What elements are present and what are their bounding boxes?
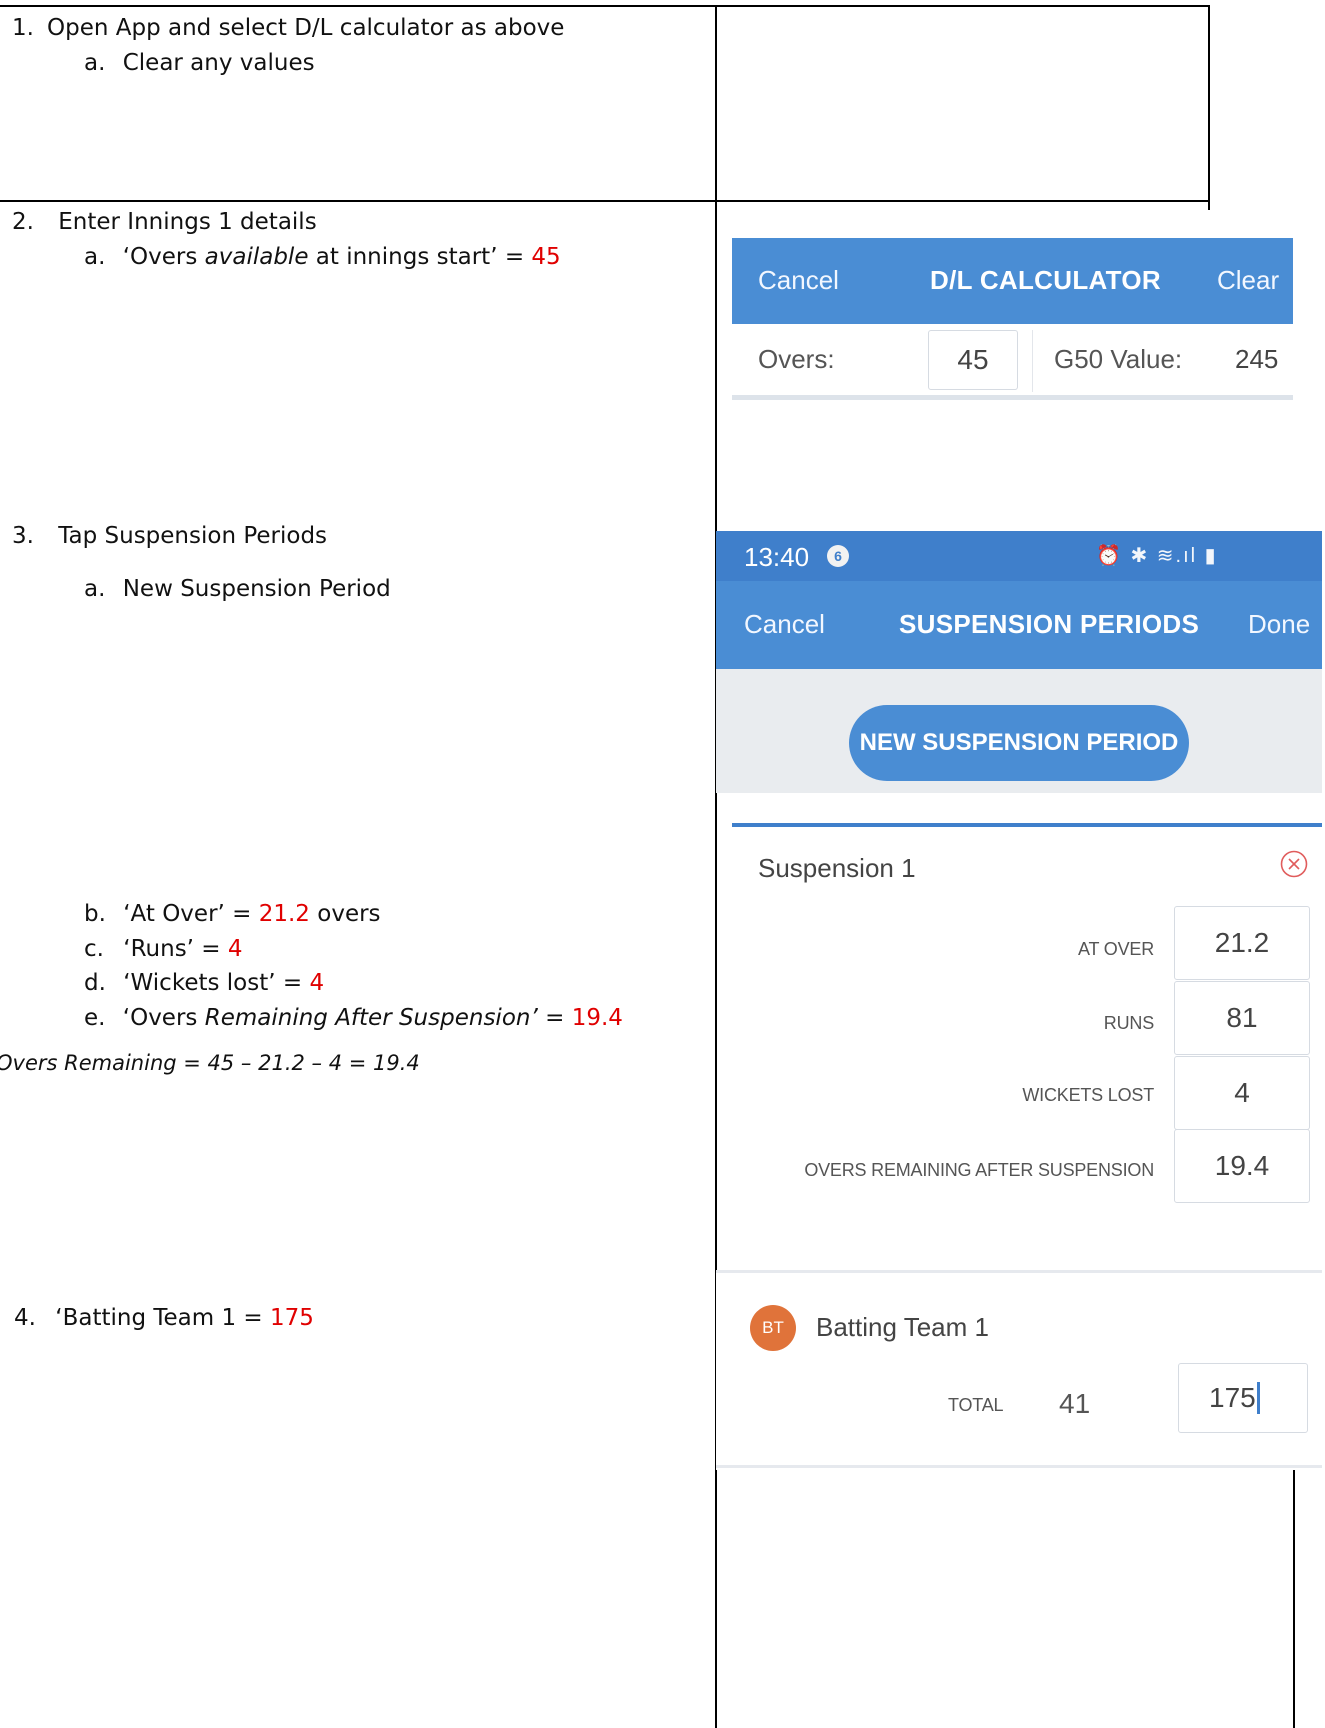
notification-badge: 6: [827, 545, 849, 567]
at-over-label: AT OVER: [1078, 939, 1154, 959]
step-1a: a. Clear any values: [84, 49, 315, 77]
avatar: BT: [750, 1305, 796, 1351]
batting-team-screenshot: BT Batting Team 1 TOTAL 41 175: [716, 1270, 1322, 1470]
step-3e-value: 19.4: [571, 1005, 623, 1031]
step-3a-letter: a.: [84, 576, 106, 602]
at-over-input[interactable]: 21.2: [1174, 906, 1310, 980]
step-3a: a. New Suspension Period: [84, 575, 391, 603]
step-1-number: 1.: [12, 15, 34, 41]
step-2a-value: 45: [531, 244, 561, 270]
step-1: 1. Open App and select D/L calculator as…: [12, 14, 564, 42]
step-3d: d. ‘Wickets lost’ = 4: [84, 969, 324, 997]
step-1-text: Open App and select D/L calculator as ab…: [47, 15, 565, 41]
suspension-title: SUSPENSION PERIODS: [899, 609, 1200, 639]
runs-label: RUNS: [1103, 1013, 1154, 1033]
wickets-lost-input[interactable]: 4: [1174, 1056, 1310, 1130]
runs-input[interactable]: 81: [1174, 981, 1310, 1055]
step-3c-pre: ‘Runs’ =: [123, 936, 228, 962]
g50-label: G50 Value:: [1054, 344, 1183, 374]
batting-team-name: Batting Team 1: [816, 1312, 989, 1342]
batting-card-top-border: [716, 1270, 1322, 1273]
formula-note: Overs Remaining = 45 – 21.2 – 4 = 19.4: [0, 1051, 420, 1075]
step-2a-ital: available: [204, 244, 309, 270]
total-label: TOTAL: [948, 1395, 1004, 1415]
step-1a-text: Clear any values: [122, 50, 315, 76]
step-2a-pre: ‘Overs: [122, 244, 205, 270]
step-3a-text: New Suspension Period: [122, 576, 391, 602]
total-value: 41: [1059, 1388, 1091, 1419]
step-3e-pre: ‘Overs: [122, 1005, 205, 1031]
table-border-top: [0, 5, 1210, 7]
close-icon[interactable]: [1280, 850, 1308, 878]
overs-remaining-label: OVERS REMAINING AFTER SUSPENSION: [804, 1160, 1154, 1180]
batting-total-input[interactable]: 175: [1178, 1363, 1308, 1433]
step-2a: a. ‘Overs available at innings start’ = …: [84, 243, 561, 271]
step-3e-letter: e.: [84, 1005, 106, 1031]
suspension-cancel-button[interactable]: Cancel: [744, 609, 825, 640]
step-3c-letter: c.: [84, 936, 104, 962]
text-cursor: [1256, 1382, 1260, 1414]
status-time: 13:40: [744, 542, 810, 572]
step-4: 4. ‘Batting Team 1 = 175: [14, 1304, 314, 1332]
step-3b-value: 21.2: [258, 901, 310, 927]
step-3e: e. ‘Overs Remaining After Suspension’ = …: [84, 1004, 623, 1032]
table-border-right: [1208, 5, 1210, 210]
step-3: 3. Tap Suspension Periods: [12, 522, 327, 550]
step-4-pre: ‘Batting Team 1 =: [55, 1305, 270, 1331]
dl-title: D/L CALCULATOR: [930, 265, 1161, 295]
table-row-divider: [0, 200, 1210, 202]
suspension-periods-screenshot: 13:40 6 ⏰ ✱ ≋.ıl ▮ Cancel SUSPENSION PER…: [716, 531, 1322, 793]
table-border-right-lower: [1293, 1460, 1295, 1728]
suspension-done-button[interactable]: Done: [1248, 609, 1310, 640]
step-2a-post: at innings start’ =: [308, 244, 532, 270]
suspension-card-screenshot: Suspension 1 AT OVER 21.2 RUNS 81 WICKET…: [732, 823, 1322, 1268]
card-top-border: [732, 823, 1322, 827]
step-2-number: 2.: [12, 209, 34, 235]
step-3e-ital: Remaining After Suspension’: [204, 1005, 538, 1031]
step-3b: b. ‘At Over’ = 21.2 overs: [84, 900, 381, 928]
step-3b-post: overs: [309, 901, 381, 927]
overs-input[interactable]: 45: [928, 330, 1018, 390]
step-3d-pre: ‘Wickets lost’ =: [123, 970, 310, 996]
overs-remaining-input[interactable]: 19.4: [1174, 1129, 1310, 1203]
batting-total-input-value: 175: [1209, 1382, 1256, 1413]
step-3d-value: 4: [309, 970, 325, 996]
step-4-number: 4.: [14, 1305, 36, 1331]
suspension-card-title: Suspension 1: [758, 853, 916, 883]
dl-clear-button[interactable]: Clear: [1217, 265, 1279, 296]
step-3c: c. ‘Runs’ = 4: [84, 935, 243, 963]
dl-row-divider: [1032, 330, 1033, 392]
status-bar: 13:40 6 ⏰ ✱ ≋.ıl ▮: [716, 531, 1322, 581]
step-3-number: 3.: [12, 523, 34, 549]
step-2-text: Enter Innings 1 details: [58, 209, 317, 235]
g50-value: 245: [1235, 344, 1279, 374]
step-3b-pre: ‘At Over’ =: [123, 901, 259, 927]
step-3e-post: =: [537, 1005, 572, 1031]
step-2a-letter: a.: [84, 244, 106, 270]
step-3-text: Tap Suspension Periods: [58, 523, 328, 549]
new-suspension-period-button[interactable]: NEW SUSPENSION PERIOD: [849, 705, 1189, 781]
step-3d-letter: d.: [84, 970, 106, 996]
dl-calculator-screenshot: Cancel D/L CALCULATOR Clear Overs: 45 G5…: [732, 238, 1293, 401]
step-4-value: 175: [270, 1305, 314, 1331]
dl-nav-bar: Cancel D/L CALCULATOR Clear: [732, 238, 1293, 324]
wickets-lost-label: WICKETS LOST: [1022, 1085, 1154, 1105]
dl-bottom-border: [732, 395, 1293, 400]
step-3c-value: 4: [227, 936, 243, 962]
dl-cancel-button[interactable]: Cancel: [758, 265, 839, 296]
overs-label: Overs:: [758, 344, 835, 374]
batting-card-bottom-border: [716, 1465, 1322, 1468]
status-icons: ⏰ ✱ ≋.ıl ▮: [1096, 545, 1218, 567]
step-2: 2. Enter Innings 1 details: [12, 208, 317, 236]
suspension-nav-bar: Cancel SUSPENSION PERIODS Done: [716, 581, 1322, 669]
step-3b-letter: b.: [84, 901, 106, 927]
step-1a-letter: a.: [84, 50, 106, 76]
